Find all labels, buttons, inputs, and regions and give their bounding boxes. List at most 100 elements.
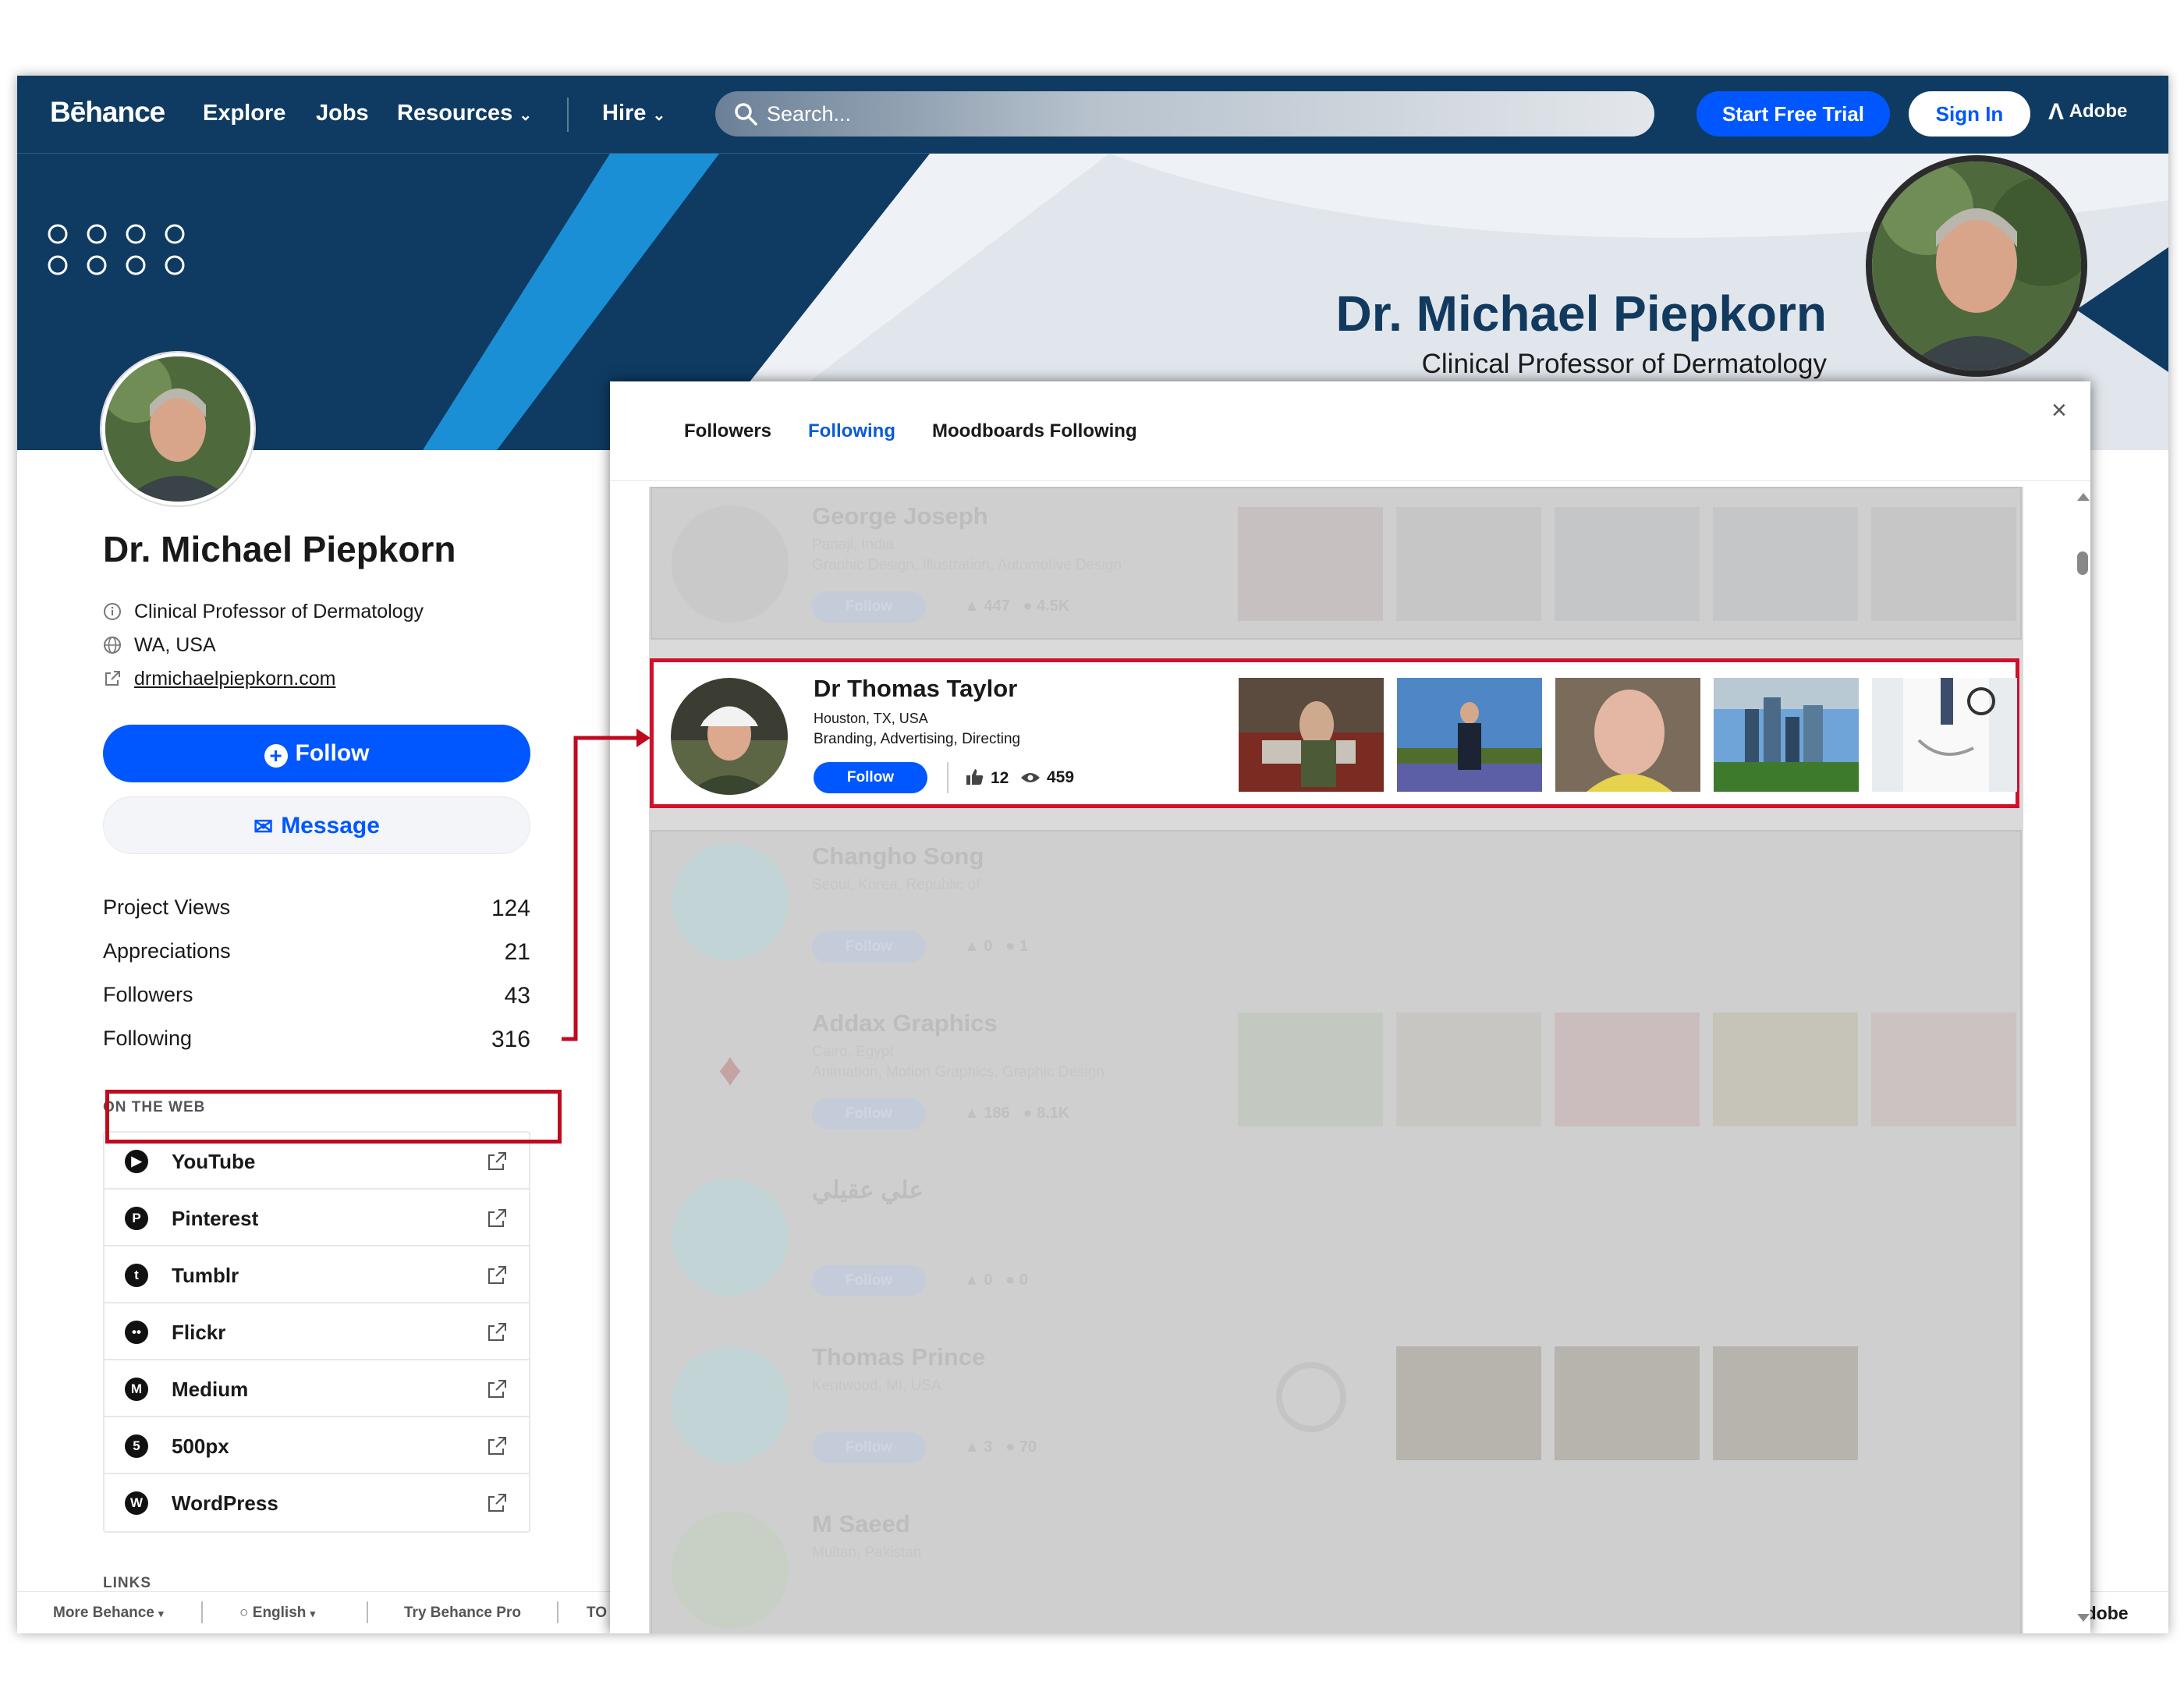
user-name[interactable]: Thomas Prince [812, 1343, 985, 1371]
user-location: Seoul, Korea, Republic of [812, 877, 980, 893]
scroll-up-arrow[interactable] [2077, 493, 2090, 501]
web-link-500px[interactable]: 5 500px [105, 1417, 529, 1474]
website-link[interactable]: drmichaelpiepkorn.com [134, 668, 335, 690]
start-free-trial-button[interactable]: Start Free Trial [1696, 91, 1890, 137]
language-selector[interactable]: ○ English ▾ [239, 1605, 315, 1622]
project-thumbnail[interactable] [1713, 507, 1858, 621]
user-fields: Animation, Motion Graphics, Graphic Desi… [812, 1064, 1104, 1080]
project-thumbnail[interactable] [1713, 1346, 1858, 1460]
external-link-icon [488, 1266, 506, 1284]
stat-label: Appreciations [103, 939, 231, 963]
search-placeholder: Search... [767, 102, 852, 126]
follow-button[interactable]: Follow [812, 1265, 926, 1296]
project-thumbnail[interactable] [1555, 1012, 1700, 1126]
stat-value: 21 [504, 939, 530, 965]
user-name[interactable]: George Joseph [812, 502, 988, 530]
wordpress-icon: W [125, 1491, 148, 1515]
user-avatar[interactable] [672, 505, 789, 622]
user-avatar[interactable] [672, 1346, 789, 1463]
likes-count: 12 [991, 769, 1009, 787]
adobe-link[interactable]: Λ Adobe [2048, 99, 2127, 126]
nav-resources[interactable]: Resources ⌄ [397, 101, 532, 126]
eye-icon: ● [1005, 938, 1016, 955]
nav-jobs[interactable]: Jobs [316, 101, 369, 126]
tab-moodboards-following[interactable]: Moodboards Following [932, 420, 1137, 442]
project-thumbnail[interactable] [1239, 678, 1384, 792]
project-thumbnail[interactable] [1555, 507, 1700, 621]
views-count: 70 [1019, 1438, 1037, 1456]
follow-button[interactable]: Follow [812, 1432, 926, 1463]
project-thumbnail[interactable] [1871, 507, 2016, 621]
follow-button[interactable]: Follow [812, 931, 926, 963]
tumblr-icon: t [125, 1264, 148, 1287]
user-location: Cairo, Egypt [812, 1044, 894, 1060]
web-link-tumblr[interactable]: t Tumblr [105, 1246, 529, 1303]
user-name[interactable]: Dr Thomas Taylor [814, 675, 1017, 703]
stat-followers[interactable]: Followers 43 [103, 983, 530, 1009]
search-input[interactable]: Search... [715, 91, 1654, 137]
tab-following[interactable]: Following [808, 420, 895, 442]
project-thumbnail[interactable] [1555, 1346, 1700, 1460]
project-thumbnail[interactable] [1397, 678, 1542, 792]
external-link-icon [488, 1437, 506, 1455]
web-link-pinterest[interactable]: P Pinterest [105, 1190, 529, 1246]
external-link-icon [488, 1380, 506, 1398]
user-avatar[interactable] [672, 1512, 789, 1629]
project-thumbnail[interactable] [1396, 1012, 1541, 1126]
user-avatar[interactable] [671, 678, 788, 795]
web-link-label: WordPress [172, 1491, 278, 1515]
nav-hire[interactable]: Hire ⌄ [602, 101, 665, 126]
close-icon[interactable]: × [2051, 395, 2067, 426]
project-thumbnail[interactable] [1396, 1346, 1541, 1460]
project-thumbnail[interactable] [1238, 1012, 1383, 1126]
browser-page: Bēhance Explore Jobs Resources ⌄ Hire ⌄ … [17, 76, 2168, 1633]
follow-button[interactable]: Follow [814, 762, 927, 793]
user-stats: ▲ 0 ● 0 [964, 1271, 1028, 1289]
footer-divider [557, 1601, 558, 1623]
nav-resources-label: Resources [397, 101, 513, 126]
user-name[interactable]: علي عقيلي [812, 1176, 924, 1204]
views-count: 0 [1019, 1271, 1028, 1289]
user-avatar[interactable]: ♦ [672, 1011, 789, 1128]
web-links-list: ▶ YouTube P Pinterest t Tumblr •• Flickr M Me… [103, 1131, 530, 1533]
top-navigation: Bēhance Explore Jobs Resources ⌄ Hire ⌄ … [17, 76, 2168, 154]
avatar[interactable] [101, 353, 254, 505]
project-thumbnail[interactable] [1872, 678, 2017, 792]
scrollbar-thumb[interactable] [2077, 551, 2088, 575]
pinterest-icon: P [125, 1207, 148, 1230]
follow-button[interactable]: Follow [812, 591, 926, 622]
user-name[interactable]: Changho Song [812, 842, 984, 871]
user-name[interactable]: Addax Graphics [812, 1009, 998, 1037]
flickr-icon: •• [125, 1321, 148, 1344]
list-item-highlighted[interactable]: Dr Thomas Taylor Houston, TX, USA Brandi… [650, 658, 2019, 808]
project-thumbnail[interactable] [1713, 1012, 1858, 1126]
behance-logo[interactable]: Bēhance [50, 96, 165, 129]
stat-following[interactable]: Following 316 [103, 1027, 530, 1052]
project-thumbnail[interactable] [1714, 678, 1859, 792]
project-thumbnail[interactable] [1238, 507, 1383, 621]
nav-explore[interactable]: Explore [203, 101, 285, 126]
project-thumbnail[interactable] [1396, 507, 1541, 621]
sign-in-button[interactable]: Sign In [1909, 91, 2030, 137]
message-button[interactable]: ✉ Message [103, 796, 530, 854]
terms-link[interactable]: TO [587, 1605, 607, 1622]
scroll-down-arrow[interactable] [2077, 1614, 2090, 1622]
likes-count: 447 [984, 598, 1010, 615]
user-avatar[interactable] [672, 1179, 789, 1296]
project-thumbnail[interactable] [1871, 1012, 2016, 1126]
user-fields: Branding, Advertising, Directing [814, 731, 1021, 747]
project-thumbnail[interactable] [1555, 678, 1700, 792]
user-name[interactable]: M Saeed [812, 1510, 910, 1538]
list-item[interactable]: George Joseph Panaji, India Graphic Desi… [651, 487, 2022, 640]
more-behance-menu[interactable]: More Behance ▾ [53, 1605, 164, 1622]
follow-button[interactable]: Follow [812, 1098, 926, 1129]
web-link-flickr[interactable]: •• Flickr [105, 1303, 529, 1360]
web-link-wordpress[interactable]: W WordPress [105, 1474, 529, 1531]
thumbs-up-icon: ▲ [964, 1271, 980, 1289]
follow-button[interactable]: + Follow [103, 725, 530, 782]
user-avatar[interactable] [672, 843, 789, 960]
tab-followers[interactable]: Followers [684, 420, 771, 442]
try-behance-pro-link[interactable]: Try Behance Pro [404, 1605, 521, 1622]
web-link-medium[interactable]: M Medium [105, 1360, 529, 1417]
stat-value: 124 [491, 895, 530, 921]
